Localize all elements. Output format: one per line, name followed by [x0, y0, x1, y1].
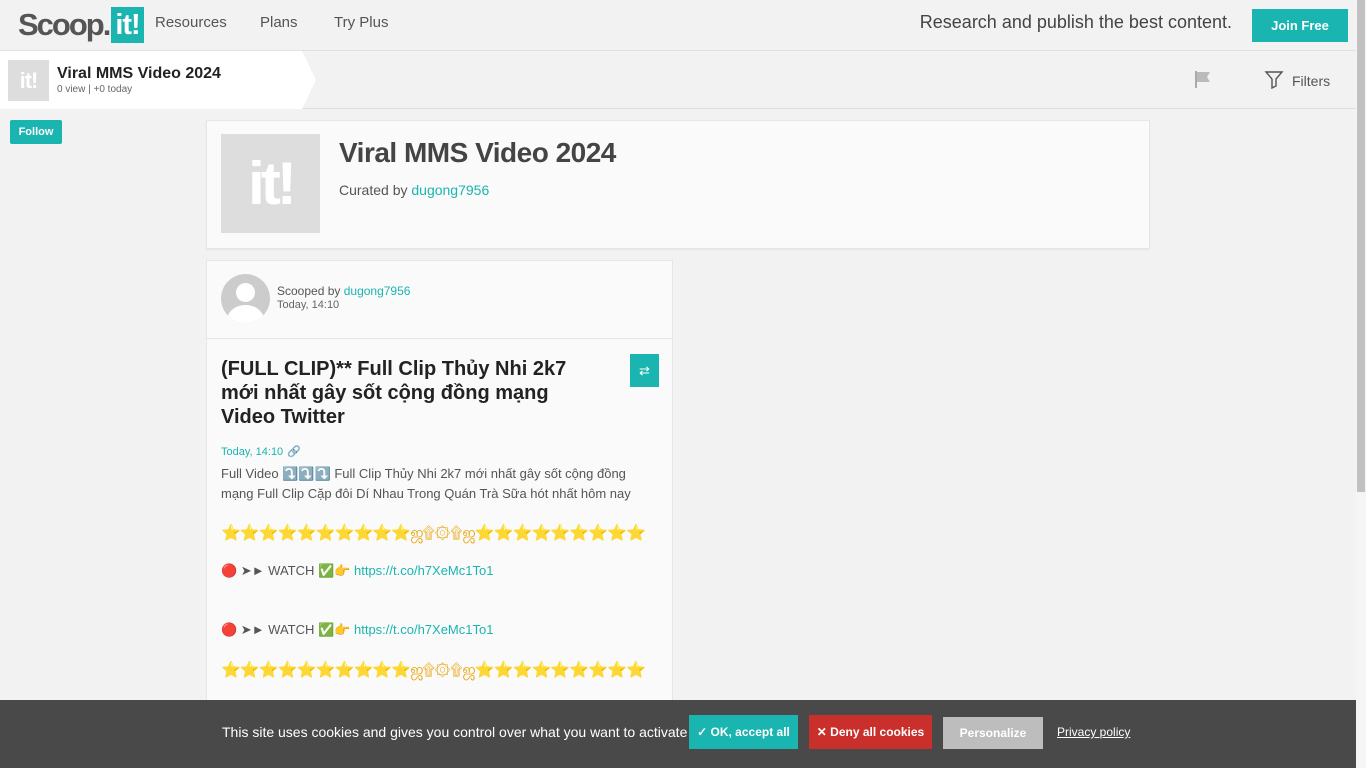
post-description: Full Video ⤵️⤵️⤵️ Full Clip Thủy Nhi 2k7…	[221, 466, 631, 501]
avatar[interactable]	[221, 274, 270, 323]
tagline: Research and publish the best content.	[919, 12, 1232, 32]
watch-line: 🔴 ➤► WATCH ✅👉 https://t.co/h7XeMc1To1	[221, 563, 493, 579]
link-icon: 🔗	[287, 446, 301, 458]
cookie-banner: This site uses cookies and gives you con…	[0, 700, 1356, 768]
nav-link-plans[interactable]: Plans	[260, 14, 298, 31]
logo-text: Scoop.	[18, 7, 111, 42]
scrollbar-thumb[interactable]	[1357, 0, 1365, 492]
personalize-cookies-button[interactable]: Personalize	[943, 717, 1043, 749]
curator-link[interactable]: dugong7956	[411, 182, 489, 198]
topic-title: Viral MMS Video 2024	[57, 65, 221, 82]
scooped-time: Today, 14:10	[277, 299, 340, 311]
join-free-button[interactable]: Join Free	[1252, 9, 1348, 42]
rescoop-button[interactable]: ⇄	[630, 354, 659, 387]
post-title[interactable]: (FULL CLIP)** Full Clip Thủy Nhi 2k7 mới…	[221, 357, 581, 429]
topic-tab-arrow	[302, 51, 316, 109]
page-title: Viral MMS Video 2024	[339, 137, 616, 168]
filters-button[interactable]: Filters	[1264, 69, 1330, 92]
nav-link-resources[interactable]: Resources	[155, 14, 227, 31]
follow-button[interactable]: Follow	[10, 120, 62, 144]
post-header: Scooped by dugong7956 Today, 14:10	[207, 261, 672, 339]
flag-icon[interactable]	[1193, 69, 1213, 89]
watch-prefix: 🔴 ➤► WATCH ✅👉	[221, 563, 354, 578]
scooped-by-label: Scooped by	[277, 284, 344, 298]
watch-link[interactable]: https://t.co/h7XeMc1To1	[354, 563, 493, 578]
watch-prefix: 🔴 ➤► WATCH ✅👉	[221, 622, 354, 637]
scoopit-logo[interactable]: Scoop. it!	[18, 7, 144, 43]
filters-label: Filters	[1292, 72, 1331, 89]
scooped-by: Scooped by dugong7956	[277, 284, 410, 298]
decorative-stars-line: ⭐⭐⭐⭐⭐⭐⭐⭐⭐⭐ஜ۩۞۩ஜ⭐⭐⭐⭐⭐⭐⭐⭐⭐	[221, 662, 646, 679]
decorative-stars-line: ⭐⭐⭐⭐⭐⭐⭐⭐⭐⭐ஜ۩۞۩ஜ⭐⭐⭐⭐⭐⭐⭐⭐⭐	[221, 525, 646, 542]
top-navigation: Scoop. it! Resources Plans Try Plus Resea…	[0, 0, 1356, 51]
curated-by-label: Curated by	[339, 182, 412, 198]
curated-by: Curated by dugong7956	[339, 182, 489, 198]
watch-line: 🔴 ➤► WATCH ✅👉 https://t.co/h7XeMc1To1	[221, 622, 493, 638]
topic-stats: 0 view | +0 today	[57, 84, 133, 95]
topic-header-card: it! Viral MMS Video 2024 Curated by dugo…	[206, 120, 1150, 249]
accept-all-cookies-button[interactable]: ✓ OK, accept all	[689, 715, 798, 749]
cookie-text: This site uses cookies and gives you con…	[222, 724, 688, 740]
watch-link[interactable]: https://t.co/h7XeMc1To1	[354, 622, 493, 637]
scooper-link[interactable]: dugong7956	[344, 284, 411, 298]
post-card: Scooped by dugong7956 Today, 14:10 (FULL…	[206, 260, 673, 768]
topic-bar: it! Viral MMS Video 2024 0 view | +0 tod…	[0, 51, 1356, 109]
privacy-policy-link[interactable]: Privacy policy	[1057, 725, 1130, 739]
topic-tab[interactable]: it! Viral MMS Video 2024 0 view | +0 tod…	[0, 51, 302, 109]
nav-link-try-plus[interactable]: Try Plus	[334, 14, 388, 31]
post-date-text: Today, 14:10	[221, 445, 284, 458]
deny-all-cookies-button[interactable]: ✕ Deny all cookies	[809, 715, 932, 749]
filter-icon	[1264, 69, 1284, 92]
rescoop-icon: ⇄	[639, 363, 650, 378]
logo-box: it!	[111, 7, 144, 43]
scrollbar[interactable]	[1356, 0, 1366, 768]
post-date[interactable]: Today, 14:10 🔗	[221, 445, 301, 459]
header-thumbnail: it!	[221, 134, 320, 233]
topic-thumbnail: it!	[8, 60, 49, 101]
